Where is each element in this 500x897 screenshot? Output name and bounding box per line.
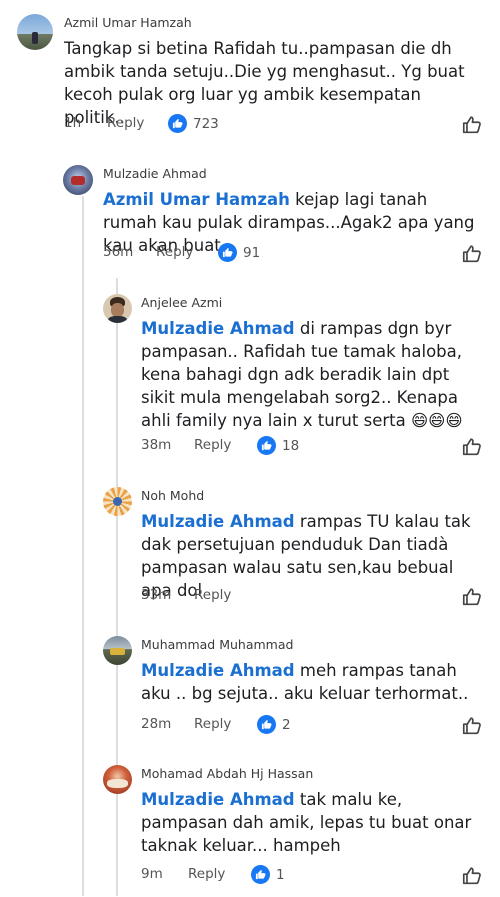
- like-count: 18: [282, 438, 300, 454]
- avatar[interactable]: [63, 165, 93, 195]
- like-badge-icon[interactable]: [257, 715, 276, 734]
- like-count: 2: [282, 717, 291, 733]
- like-badge-icon[interactable]: [218, 243, 237, 262]
- like-button-icon[interactable]: [461, 715, 483, 737]
- avatar[interactable]: [103, 487, 132, 516]
- reply-button[interactable]: Reply: [194, 437, 231, 453]
- thread-line-level1: [82, 196, 84, 896]
- like-button-icon[interactable]: [461, 243, 483, 265]
- comment-body: Mulzadie Ahmad di rampas dgn byr pampasa…: [141, 317, 481, 432]
- like-button-icon[interactable]: [461, 436, 483, 458]
- comment-time: 1h: [64, 115, 82, 131]
- like-badge-icon[interactable]: [251, 865, 270, 884]
- avatar[interactable]: [103, 636, 132, 665]
- like-count: 91: [243, 245, 261, 261]
- mention-link[interactable]: Mulzadie Ahmad: [141, 319, 295, 338]
- thread-line-level2: [116, 278, 118, 896]
- comment-time: 9m: [141, 866, 163, 882]
- avatar[interactable]: [17, 14, 53, 50]
- like-badge-icon[interactable]: [168, 114, 187, 133]
- comment-time: 56m: [103, 244, 134, 260]
- reply-button[interactable]: Reply: [188, 866, 225, 882]
- mention-link[interactable]: Mulzadie Ahmad: [141, 661, 295, 680]
- comment-body: Mulzadie Ahmad tak malu ke, pampasan dah…: [141, 788, 486, 857]
- avatar[interactable]: [103, 765, 132, 794]
- avatar[interactable]: [103, 294, 132, 323]
- like-badge-icon[interactable]: [257, 436, 276, 455]
- like-button-icon[interactable]: [461, 865, 483, 887]
- mention-link[interactable]: Azmil Umar Hamzah: [103, 190, 290, 209]
- reply-button[interactable]: Reply: [194, 587, 231, 603]
- like-count: 723: [193, 116, 219, 132]
- like-count: 1: [276, 867, 285, 883]
- comment-body: Mulzadie Ahmad rampas TU kalau tak dak p…: [141, 510, 486, 602]
- mention-link[interactable]: Mulzadie Ahmad: [141, 512, 295, 531]
- comment-author[interactable]: Anjelee Azmi: [141, 295, 222, 310]
- comment-author[interactable]: Mulzadie Ahmad: [103, 166, 207, 181]
- comment-text: Tangkap si betina Rafidah tu..pampasan d…: [64, 39, 465, 127]
- reply-button[interactable]: Reply: [194, 716, 231, 732]
- reply-button[interactable]: Reply: [156, 244, 193, 260]
- comment-time: 38m: [141, 437, 172, 453]
- like-button-icon[interactable]: [461, 586, 483, 608]
- comment-time: 28m: [141, 716, 172, 732]
- comment-author[interactable]: Muhammad Muhammad: [141, 637, 293, 652]
- mention-link[interactable]: Mulzadie Ahmad: [141, 790, 295, 809]
- comment-author[interactable]: Mohamad Abdah Hj Hassan: [141, 766, 313, 781]
- comment-time: 33m: [141, 587, 172, 603]
- comment-author[interactable]: Noh Mohd: [141, 488, 204, 503]
- comment-author[interactable]: Azmil Umar Hamzah: [64, 15, 192, 30]
- reply-button[interactable]: Reply: [107, 115, 144, 131]
- comment-body: Mulzadie Ahmad meh rampas tanah aku .. b…: [141, 659, 486, 705]
- like-button-icon[interactable]: [461, 114, 483, 136]
